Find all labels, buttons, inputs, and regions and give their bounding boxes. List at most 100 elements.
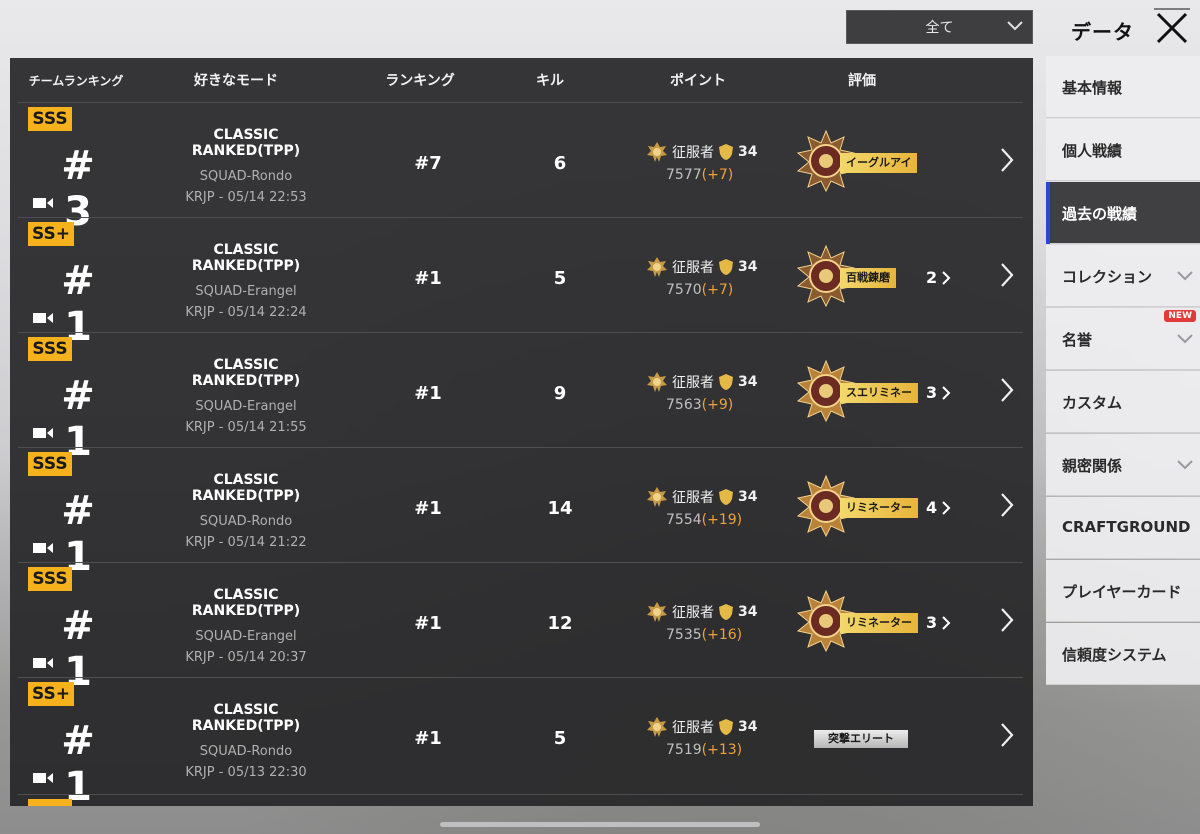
shield-icon — [719, 374, 733, 390]
evaluation-cell: リミネーター 3 — [794, 589, 974, 653]
sidebar-item[interactable]: 親密関係 — [1046, 434, 1200, 496]
mode-map: SQUAD-Erangel — [195, 284, 297, 299]
points-value: 7577 — [666, 167, 702, 183]
chevron-right-icon[interactable] — [998, 147, 1016, 173]
tier-level: 34 — [738, 604, 758, 620]
points-value: 7570 — [666, 282, 702, 298]
conqueror-icon — [647, 372, 667, 392]
points-delta: (+9) — [701, 397, 734, 413]
page-title: データ — [1071, 20, 1134, 44]
match-date: KRJP - 05/14 22:24 — [185, 305, 307, 320]
chevron-right-icon[interactable] — [940, 616, 952, 630]
chevron-right-icon[interactable] — [940, 386, 952, 400]
match-date: KRJP - 05/14 21:22 — [185, 535, 307, 550]
mode-filter-dropdown[interactable]: 全て — [846, 10, 1033, 44]
video-replay-icon[interactable] — [32, 770, 54, 786]
mode-title: CLASSIC RANKED(TPP) — [191, 587, 301, 619]
sidebar-item-label: 信頼度システム — [1062, 646, 1167, 664]
chevron-right-icon[interactable] — [998, 492, 1016, 518]
evaluation-count: 4 — [926, 498, 938, 517]
sidebar: 基本情報個人戦績過去の戦績コレクション 名誉 NEW カスタム 親密関係 CRAFTGRO… — [1046, 56, 1200, 806]
tier-level: 34 — [738, 144, 758, 160]
chevron-right-icon[interactable] — [998, 262, 1016, 288]
tier-level: 34 — [738, 489, 758, 505]
points-cell: 征服者 34 7577(+7) — [646, 141, 766, 183]
mode-map: SQUAD-Erangel — [195, 399, 297, 414]
evaluation-tag: 百戦錬磨 — [840, 268, 896, 288]
table-row[interactable]: SSS # 1 CLASSIC RANKED(TPP) SQUAD-Rondo … — [18, 447, 1023, 580]
mode-map: SQUAD-Rondo — [199, 169, 293, 184]
video-replay-icon[interactable] — [32, 540, 54, 556]
grade-badge: SSS — [28, 567, 72, 591]
points-value: 7563 — [666, 397, 702, 413]
grade-badge: SSS — [28, 107, 72, 131]
evaluation-tag: リミネーター — [840, 498, 918, 518]
chevron-right-icon[interactable] — [940, 501, 952, 515]
team-rank: # 1 — [61, 718, 95, 806]
video-replay-icon[interactable] — [32, 195, 54, 211]
video-replay-icon[interactable] — [32, 425, 54, 441]
points-value: 7554 — [666, 512, 702, 528]
new-badge: NEW — [1164, 310, 1196, 322]
match-history-table: チームランキング 好きなモード ランキング キル ポイント 評価 SSS # 3… — [10, 58, 1033, 806]
tier-label: 征服者 — [672, 605, 714, 621]
sidebar-item-label: プレイヤーカード — [1062, 583, 1182, 601]
table-row[interactable]: SSS # 1 CLASSIC RANKED(TPP) SQUAD-Erange… — [18, 562, 1023, 695]
conqueror-icon — [647, 142, 667, 162]
mode-cell: CLASSIC RANKED(TPP) SQUAD-Rondo KRJP - 0… — [158, 472, 334, 550]
table-row[interactable]: SS+ # 1 CLASSIC RANKED(TPP) SQUAD-Rondo … — [18, 677, 1023, 806]
ranking-value: #7 — [414, 153, 442, 174]
match-date: KRJP - 05/14 21:55 — [185, 420, 307, 435]
sidebar-item[interactable]: カスタム — [1046, 371, 1200, 433]
conqueror-icon — [647, 257, 667, 277]
video-replay-icon[interactable] — [32, 310, 54, 326]
sidebar-item[interactable]: コレクション — [1046, 245, 1200, 307]
video-replay-icon[interactable] — [32, 655, 54, 671]
sidebar-item[interactable]: 過去の戦績 — [1046, 182, 1200, 244]
tier-label: 征服者 — [672, 375, 714, 391]
evaluation-count: 3 — [926, 613, 938, 632]
conqueror-icon — [647, 487, 667, 507]
tier-level: 34 — [738, 259, 758, 275]
ranking-value: #1 — [414, 498, 442, 519]
table-row-partial — [18, 794, 1023, 806]
grade-badge: SSS — [28, 337, 72, 361]
shield-icon — [719, 489, 733, 505]
match-date: KRJP - 05/13 22:30 — [185, 765, 307, 780]
table-row[interactable]: SSS # 3 CLASSIC RANKED(TPP) SQUAD-Rondo … — [18, 102, 1023, 235]
chevron-down-icon — [1177, 334, 1193, 344]
match-date: KRJP - 05/14 20:37 — [185, 650, 307, 665]
grade-badge — [28, 799, 72, 806]
mode-title: CLASSIC RANKED(TPP) — [191, 702, 301, 734]
sidebar-item-label: 過去の戦績 — [1062, 205, 1138, 223]
sidebar-item[interactable]: 個人戦績 — [1046, 119, 1200, 181]
ranking-value: #1 — [414, 613, 442, 634]
table-row[interactable]: SSS # 1 CLASSIC RANKED(TPP) SQUAD-Erange… — [18, 332, 1023, 465]
sidebar-item[interactable]: 基本情報 — [1046, 56, 1200, 118]
mode-cell: CLASSIC RANKED(TPP) SQUAD-Erangel KRJP -… — [158, 587, 334, 665]
mode-title: CLASSIC RANKED(TPP) — [191, 127, 301, 159]
evaluation-cell: 突撃エリート — [794, 704, 974, 768]
grade-badge: SS+ — [28, 222, 74, 246]
chevron-right-icon[interactable] — [998, 607, 1016, 633]
chevron-right-icon[interactable] — [940, 271, 952, 285]
sidebar-item[interactable]: プレイヤーカード — [1046, 560, 1200, 622]
kills-value: 6 — [553, 153, 567, 174]
sidebar-item[interactable]: 名誉 NEW — [1046, 308, 1200, 370]
sidebar-item[interactable]: 信頼度システム — [1046, 623, 1200, 685]
kills-value: 5 — [553, 728, 567, 749]
table-row[interactable]: SS+ # 1 CLASSIC RANKED(TPP) SQUAD-Erange… — [18, 217, 1023, 350]
chevron-right-icon[interactable] — [998, 722, 1016, 748]
points-cell: 征服者 34 7519(+13) — [646, 716, 766, 758]
evaluation-cell: スエリミネー 3 — [794, 359, 974, 423]
close-icon[interactable] — [1152, 8, 1192, 48]
points-delta: (+7) — [701, 167, 734, 183]
kills-value: 9 — [553, 383, 567, 404]
chevron-right-icon[interactable] — [998, 377, 1016, 403]
sidebar-item-label: 基本情報 — [1062, 79, 1123, 97]
mode-title: CLASSIC RANKED(TPP) — [191, 242, 301, 274]
tier-label: 征服者 — [672, 490, 714, 506]
sidebar-item[interactable]: CRAFTGROUND — [1046, 497, 1200, 559]
sidebar-item-label: 個人戦績 — [1062, 142, 1123, 160]
mode-map: SQUAD-Erangel — [195, 629, 297, 644]
